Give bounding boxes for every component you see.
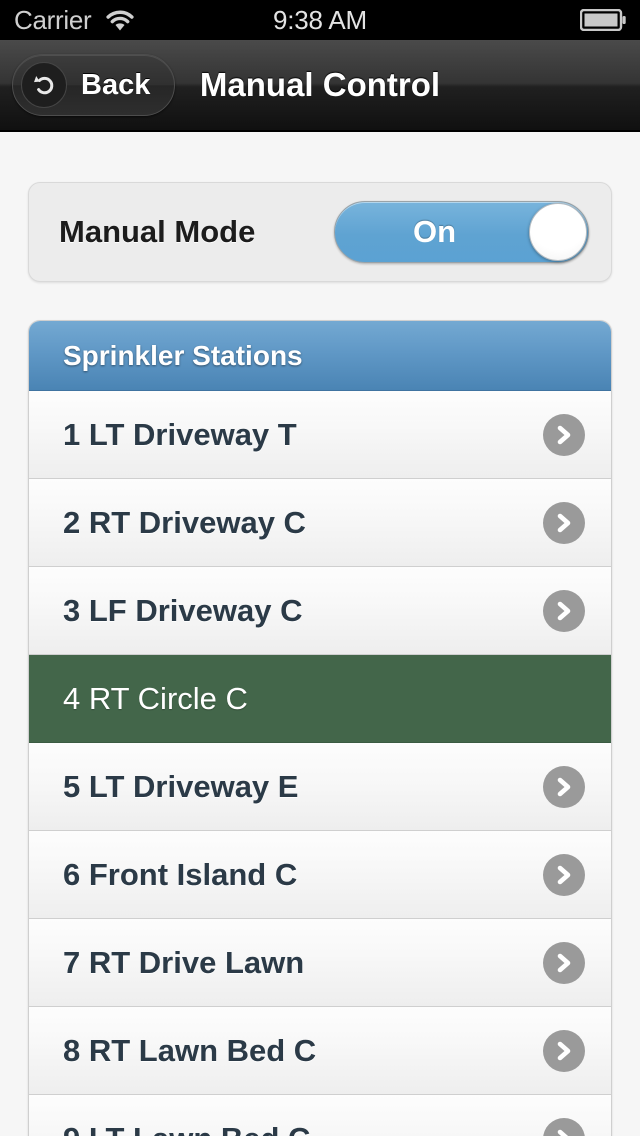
chevron-right-icon[interactable]	[543, 1029, 585, 1072]
chevron-right-icon[interactable]	[543, 1118, 585, 1136]
manual-mode-label: Manual Mode	[59, 214, 256, 249]
station-label: 2 RT Driveway C	[63, 504, 306, 540]
station-row[interactable]: 5 LT Driveway E	[29, 743, 611, 831]
manual-mode-card: Manual Mode On	[28, 182, 612, 282]
navigation-bar: Back Manual Control	[0, 40, 640, 132]
station-label: 8 RT Lawn Bed C	[63, 1032, 317, 1068]
station-row[interactable]: 8 RT Lawn Bed C	[29, 1007, 611, 1095]
station-label: 7 RT Drive Lawn	[63, 944, 305, 980]
chevron-right-icon[interactable]	[543, 765, 585, 808]
station-label: 4 RT Circle C	[63, 680, 248, 716]
toggle-knob[interactable]	[529, 203, 587, 261]
station-label: 6 Front Island C	[63, 856, 298, 892]
back-button[interactable]: Back	[12, 54, 176, 116]
status-bar-clock: 9:38 AM	[273, 4, 367, 35]
sprinkler-stations-card: Sprinkler Stations 1 LT Driveway T 2 RT D…	[28, 320, 612, 1136]
chevron-right-icon[interactable]	[543, 941, 585, 984]
chevron-right-icon[interactable]	[543, 413, 585, 456]
status-bar: Carrier 9:38 AM	[0, 0, 640, 40]
station-row[interactable]: 7 RT Drive Lawn	[29, 919, 611, 1007]
station-row[interactable]: 3 LF Driveway C	[29, 567, 611, 655]
station-label: 5 LT Driveway E	[63, 768, 299, 804]
main-content: Manual Mode On Sprinkler Stations 1 LT D…	[0, 182, 640, 1136]
sprinkler-stations-list: 1 LT Driveway T 2 RT Driveway C 3 LF Drive…	[29, 391, 611, 1136]
station-row[interactable]: 9 LT Lawn Bed C	[29, 1095, 611, 1136]
station-label: 3 LF Driveway C	[63, 592, 303, 628]
station-label: 9 LT Lawn Bed C	[63, 1121, 310, 1136]
chevron-right-icon[interactable]	[543, 501, 585, 544]
chevron-right-icon[interactable]	[543, 853, 585, 896]
station-label: 1 LT Driveway T	[63, 416, 297, 452]
sprinkler-stations-header: Sprinkler Stations	[29, 321, 611, 391]
station-row[interactable]: 2 RT Driveway C	[29, 479, 611, 567]
manual-mode-toggle[interactable]: On	[334, 201, 589, 263]
toggle-state-label: On	[413, 214, 457, 249]
station-row[interactable]: 4 RT Circle C	[29, 655, 611, 743]
chevron-right-icon[interactable]	[543, 589, 585, 632]
undo-arrow-icon	[21, 62, 67, 108]
station-row[interactable]: 6 Front Island C	[29, 831, 611, 919]
back-button-label: Back	[81, 68, 151, 101]
battery-icon	[580, 9, 626, 31]
sprinkler-stations-header-label: Sprinkler Stations	[63, 339, 303, 371]
station-row[interactable]: 1 LT Driveway T	[29, 391, 611, 479]
